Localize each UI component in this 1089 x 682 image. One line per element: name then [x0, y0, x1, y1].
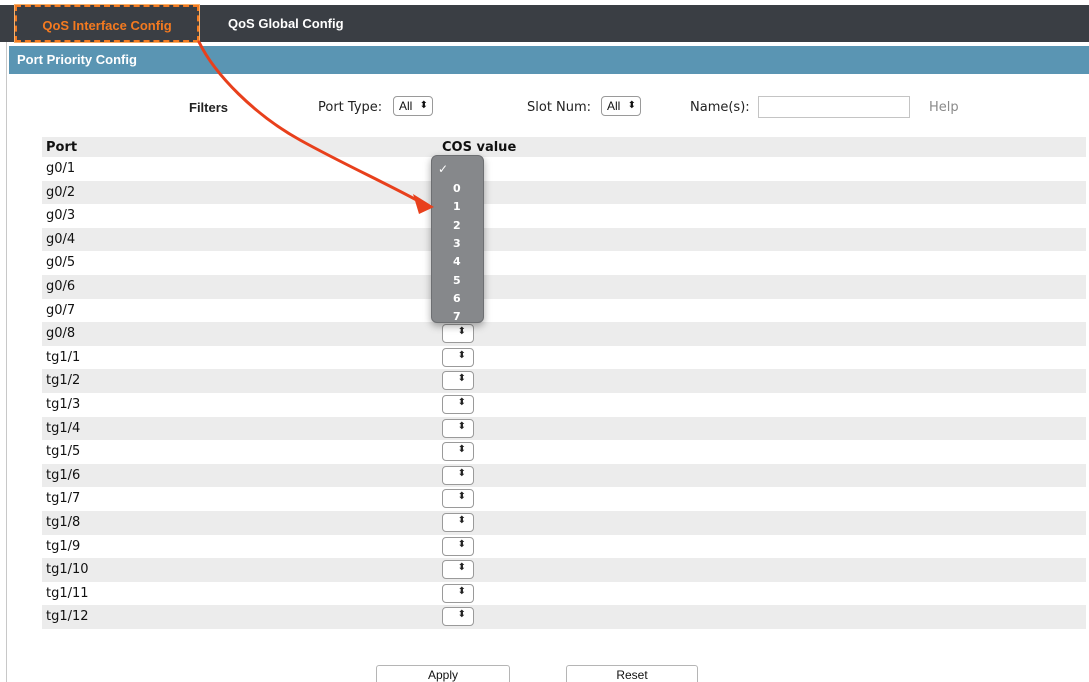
apply-button[interactable]: Apply: [376, 665, 510, 682]
annotation-arrow: [197, 40, 434, 214]
reset-button[interactable]: Reset: [566, 665, 698, 682]
